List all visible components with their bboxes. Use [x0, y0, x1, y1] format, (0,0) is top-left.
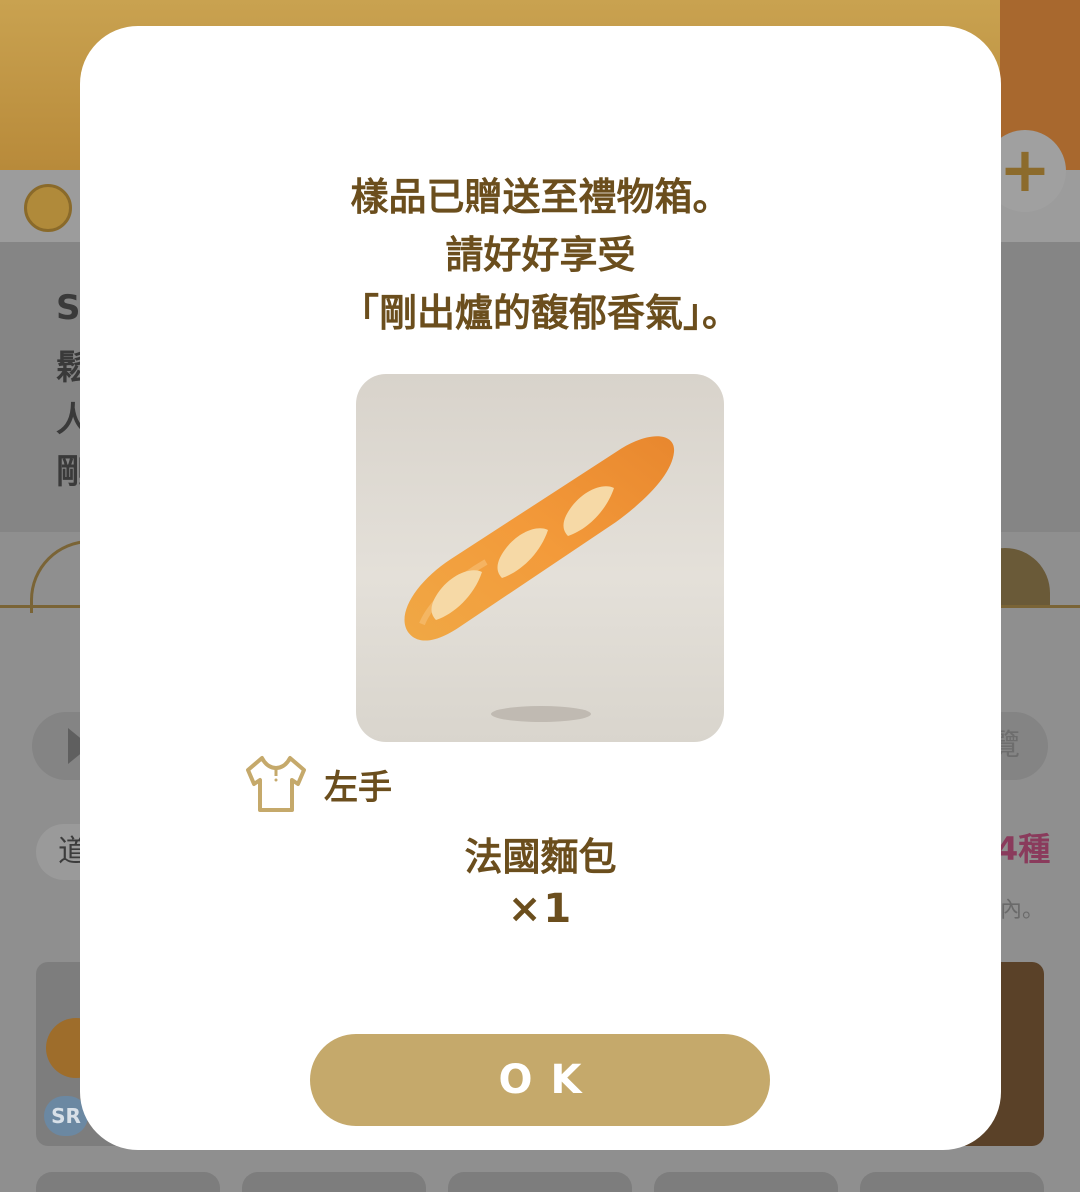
item-card: [654, 1172, 838, 1192]
message-line: 請好好享受: [445, 233, 636, 277]
coin-icon: [24, 184, 72, 232]
category-label: 左手: [324, 767, 392, 808]
item-card: [242, 1172, 426, 1192]
item-card: [860, 1172, 1044, 1192]
item-quantity: ×1: [507, 886, 574, 932]
count-label: 4種: [996, 830, 1051, 868]
item-image-frame: [356, 374, 724, 742]
message-line: 「剛出爐的馥郁香氣」。: [340, 291, 740, 335]
shirt-icon: [246, 756, 306, 812]
message-line: 樣品已贈送至禮物箱。: [350, 175, 731, 219]
item-category: 左手: [240, 752, 392, 816]
baguette-image: [404, 436, 675, 722]
item-card: [36, 1172, 220, 1192]
item-name: 法國麵包: [464, 835, 617, 879]
dialog-message: 樣品已贈送至禮物箱。 請好好享受 「剛出爐的馥郁香氣」。: [80, 168, 1001, 342]
item-card: [448, 1172, 632, 1192]
ok-button[interactable]: OK: [310, 1034, 770, 1126]
info-initial: S: [56, 288, 81, 328]
small-note: 內。: [1000, 898, 1045, 923]
gift-dialog: 樣品已贈送至禮物箱。 請好好享受 「剛出爐的馥郁香氣」。 左手 法國麵包 ×1 …: [80, 26, 1001, 1150]
